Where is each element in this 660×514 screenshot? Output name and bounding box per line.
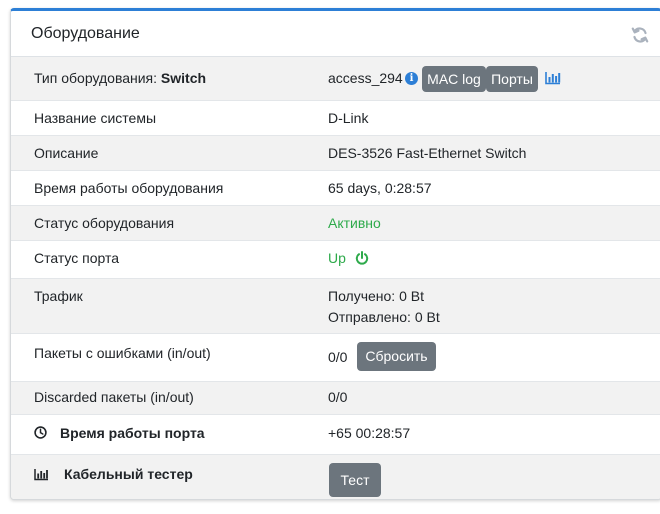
chart-icon[interactable] (545, 71, 561, 85)
device-status-value: Активно (328, 215, 381, 231)
row-cable-tester: Кабельный тестер Тест (11, 455, 660, 499)
uptime-value: 65 days, 0:28:57 (328, 180, 432, 196)
row-port-status: Статус порта Up (11, 241, 660, 279)
chart-icon (34, 468, 49, 481)
device-type-value: Switch (160, 70, 207, 86)
cable-tester-label: Кабельный тестер (64, 466, 193, 482)
device-type-label: Тип оборудования: (34, 70, 158, 86)
description-label: Описание (34, 145, 99, 161)
ports-button[interactable]: Порты (486, 66, 538, 92)
clock-icon (34, 426, 47, 439)
traffic-label: Трафик (34, 288, 83, 304)
traffic-received: Получено: 0 Bt (328, 288, 424, 304)
port-uptime-label: Время работы порта (60, 425, 205, 441)
discarded-value: 0/0 (328, 389, 348, 405)
test-button[interactable]: Тест (329, 463, 381, 497)
mac-log-button[interactable]: MAC log (422, 66, 486, 92)
row-discarded: Discarded пакеты (in/out) 0/0 (11, 382, 660, 415)
error-packets-label: Пакеты с ошибками (in/out) (34, 345, 211, 361)
device-type-label-group: Тип оборудования: Switch (34, 68, 206, 88)
row-uptime: Время работы оборудования 65 days, 0:28:… (11, 171, 660, 206)
card-title: Оборудование (31, 25, 140, 42)
refresh-icon[interactable] (631, 26, 649, 44)
system-name-value: D-Link (328, 110, 369, 126)
reset-button[interactable]: Сбросить (357, 342, 436, 371)
error-packets-value: 0/0 (328, 349, 348, 365)
port-status-label: Статус порта (34, 250, 120, 266)
device-status-label: Статус оборудования (34, 215, 175, 231)
row-port-uptime: Время работы порта +65 00:28:57 (11, 415, 660, 455)
row-description: Описание DES-3526 Fast-Ethernet Switch (11, 136, 660, 171)
row-system-name: Название системы D-Link (11, 101, 660, 136)
card-header: Оборудование (11, 11, 660, 57)
row-traffic: Трафик Получено: 0 Bt Отправлено: 0 Bt (11, 279, 660, 334)
traffic-sent: Отправлено: 0 Bt (328, 309, 440, 325)
device-name: access_294 (328, 70, 403, 86)
row-error-packets: Пакеты с ошибками (in/out) 0/0 Сбросить (11, 334, 660, 382)
info-icon[interactable]: i (405, 72, 418, 85)
row-device-status: Статус оборудования Активно (11, 206, 660, 241)
uptime-label: Время работы оборудования (34, 180, 224, 196)
port-uptime-value: +65 00:28:57 (328, 425, 411, 441)
discarded-label: Discarded пакеты (in/out) (34, 389, 194, 405)
system-name-label: Название системы (34, 110, 157, 126)
port-status-value: Up (328, 250, 346, 266)
description-value: DES-3526 Fast-Ethernet Switch (328, 145, 527, 161)
power-icon (355, 251, 369, 265)
row-device-type: Тип оборудования: Switch access_294 i MA… (11, 57, 660, 101)
equipment-card: Оборудование Тип оборудования: Switch ac… (10, 8, 660, 500)
